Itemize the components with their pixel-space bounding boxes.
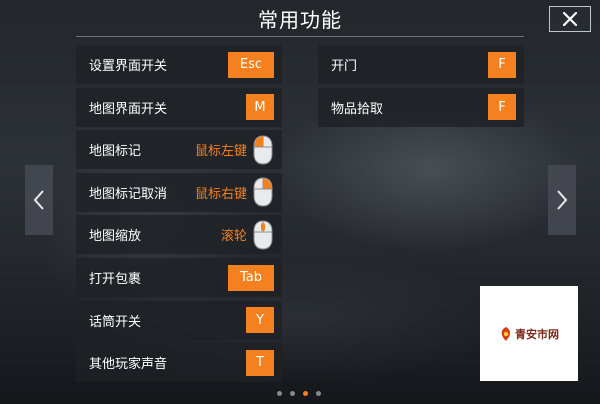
keybind-label: 地图标记	[89, 144, 142, 160]
next-page-button[interactable]	[548, 165, 576, 235]
keybind-row[interactable]: 设置界面开关 Esc	[76, 45, 282, 84]
keybind-label: 话筒开关	[89, 314, 142, 330]
watermark-emblem-icon	[501, 326, 510, 341]
keybind-label: 设置界面开关	[89, 59, 168, 74]
keybind-label: 地图标记取消	[89, 186, 168, 202]
keybind-label: 地图缩放	[89, 229, 142, 245]
mouse-icon-wrap	[253, 135, 273, 165]
title-divider	[76, 36, 524, 37]
keybind-row[interactable]: 开门 F	[318, 45, 524, 84]
key-button[interactable]: T	[246, 349, 274, 376]
keybind-row[interactable]: 其他玩家声音 T	[76, 343, 282, 383]
key-button[interactable]: Esc	[228, 51, 274, 78]
mouse-icon-wrap	[253, 220, 273, 250]
mouse-icon-wrap	[253, 177, 273, 207]
page-indicator	[277, 391, 321, 396]
key-button[interactable]: F	[488, 94, 516, 121]
page-dot[interactable]	[277, 391, 282, 396]
chevron-right-icon	[557, 190, 568, 210]
chevron-left-icon	[33, 190, 44, 210]
page-dot[interactable]	[303, 391, 308, 396]
prev-page-button[interactable]	[25, 165, 53, 235]
page-dot[interactable]	[290, 391, 295, 396]
keybind-row[interactable]: 打开包裹 Tab	[76, 258, 282, 297]
keybind-row[interactable]: 地图标记 鼠标左键	[76, 130, 282, 170]
mouse-binding-label[interactable]: 滚轮	[221, 225, 247, 244]
mouse-icon	[253, 177, 273, 207]
watermark-text: 青安市网	[515, 327, 559, 341]
keybind-row[interactable]: 物品拾取 F	[318, 87, 524, 127]
keybind-label: 地图界面开关	[89, 101, 168, 117]
page-dot[interactable]	[316, 391, 321, 396]
page-title: 常用功能	[258, 8, 342, 32]
keybind-label: 物品拾取	[331, 101, 384, 117]
key-button[interactable]: Tab	[228, 264, 274, 291]
keybind-label: 开门	[331, 59, 358, 74]
key-button[interactable]: M	[246, 94, 274, 121]
keybind-label: 打开包裹	[89, 272, 142, 287]
watermark-logo: 青安市网	[480, 286, 578, 381]
mouse-icon	[253, 220, 273, 250]
key-button[interactable]: Y	[246, 307, 274, 334]
keybind-row[interactable]: 地图界面开关 M	[76, 87, 282, 127]
keybind-row[interactable]: 地图标记取消 鼠标右键	[76, 172, 282, 212]
keybind-row[interactable]: 地图缩放 滚轮	[76, 215, 282, 255]
mouse-binding-label[interactable]: 鼠标右键	[195, 183, 247, 202]
mouse-binding-label[interactable]: 鼠标左键	[195, 140, 247, 159]
mouse-icon	[253, 135, 273, 165]
key-button[interactable]: F	[488, 51, 516, 78]
close-button[interactable]	[549, 6, 591, 32]
keybind-row[interactable]: 话筒开关 Y	[76, 300, 282, 340]
close-icon	[563, 12, 577, 26]
keybind-label: 其他玩家声音	[89, 357, 168, 373]
